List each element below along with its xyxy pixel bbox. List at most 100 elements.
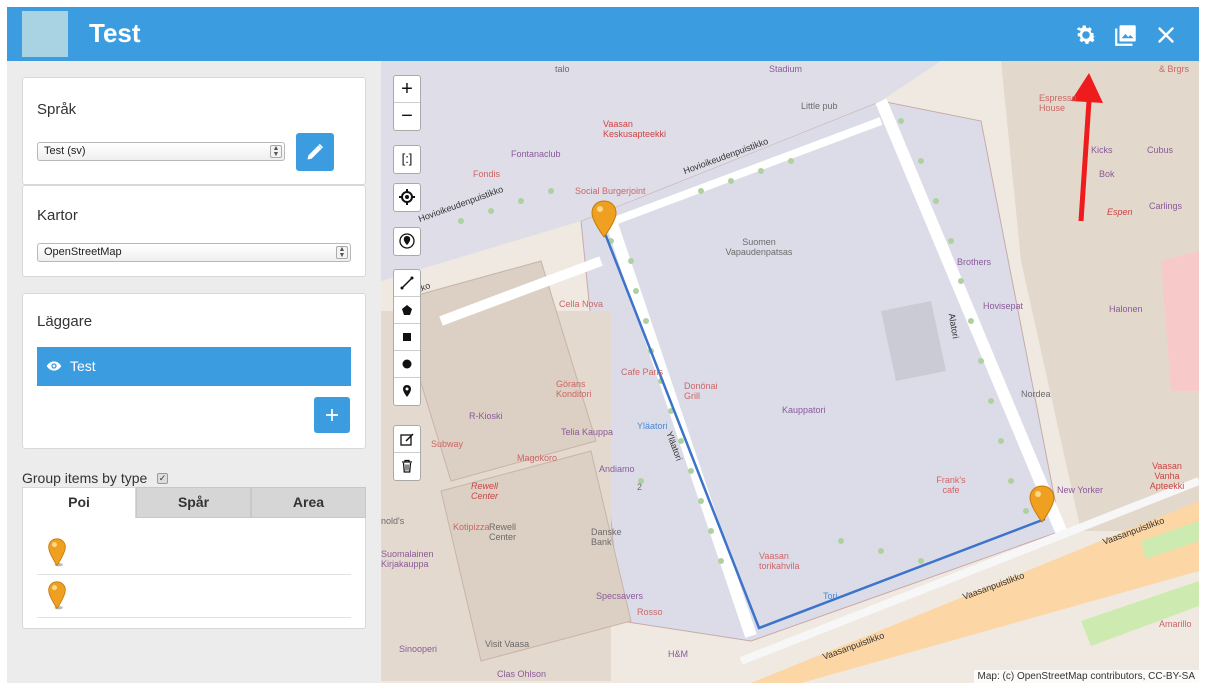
map-label: New Yorker [1057, 485, 1104, 495]
map-label: Fondis [473, 169, 501, 179]
map-label: Cella Nova [559, 299, 604, 309]
map-label: Rewell Center [471, 481, 499, 501]
image-gallery-icon[interactable] [1113, 22, 1139, 48]
marker-icon [403, 385, 411, 397]
layer-item-test[interactable]: Test [37, 347, 351, 386]
tab-area[interactable]: Area [251, 487, 366, 518]
map-label: Suomen Vapaudenpatsas [725, 237, 793, 257]
map-label: Nordea [1021, 389, 1051, 399]
locate-control [393, 183, 421, 212]
map-label: nold's [381, 516, 405, 526]
map-label: Kotipizza [453, 522, 490, 532]
map-label: Hovisepat [983, 301, 1024, 311]
select-arrows-icon: ▲ ▼ [336, 246, 348, 259]
map-label: Stadium [769, 64, 803, 74]
map-label: Brothers [957, 257, 992, 267]
map-label: Frank's cafe [936, 475, 966, 495]
map-label: Suomalainen Kirjakauppa [381, 549, 434, 569]
select-arrows-icon: ▲ ▼ [270, 145, 282, 158]
edit-layers-button[interactable] [394, 426, 420, 453]
map-label: Vaasanpuistikko [1101, 515, 1166, 547]
map-label: Hovioikeudenpuistikko [681, 135, 770, 177]
map-label: Bok [1099, 169, 1115, 179]
zoom-controls: + − [393, 75, 421, 131]
poi-list [22, 518, 366, 629]
map-label: Sinooperi [399, 644, 438, 654]
rectangle-icon [403, 333, 411, 341]
map-label: Donönai Grill [684, 381, 718, 401]
crosshair-icon [399, 189, 415, 205]
map-label: Hovioikeudenpuistikko [416, 183, 505, 225]
layer-item-label: Test [70, 358, 96, 374]
language-label: Språk [37, 101, 77, 118]
list-item[interactable] [37, 575, 351, 618]
draw-rectangle-button[interactable] [394, 324, 420, 351]
delete-layers-button[interactable] [394, 453, 420, 480]
tab-spar[interactable]: Spår [136, 487, 251, 518]
layers-label: Läggare [37, 313, 93, 330]
map-label: Carlings [1149, 201, 1183, 211]
map-label: R-Kioski [469, 411, 503, 421]
map-label: Amarillo [1159, 619, 1192, 629]
language-selected-value: Test (sv) [44, 145, 86, 157]
map-label: Magokoro [517, 453, 558, 463]
draw-circle-button[interactable] [394, 351, 420, 378]
edit-language-button[interactable] [296, 133, 334, 171]
location-marker-control [393, 227, 421, 256]
eye-icon[interactable] [44, 358, 64, 374]
maps-label: Kartor [37, 207, 78, 224]
polyline-icon [400, 276, 414, 290]
language-panel: Språk Test (sv) ▲ ▼ [22, 77, 366, 185]
map-label: Subway [431, 439, 464, 449]
map-label: Espen [1107, 207, 1133, 217]
edit-icon [400, 433, 414, 446]
draw-toolbar [393, 269, 421, 406]
map-label: Yläatori [637, 421, 668, 431]
fit-bounds-button[interactable]: [:] [394, 146, 420, 173]
pencil-icon [307, 143, 324, 160]
app-header: Test [7, 7, 1199, 61]
map-label: Görans Konditori [556, 379, 592, 399]
map-select[interactable]: OpenStreetMap ▲ ▼ [37, 243, 351, 262]
add-layer-button[interactable] [314, 397, 350, 433]
plus-icon [326, 409, 338, 421]
map-label: Vaasanpuistikko [961, 570, 1026, 602]
map-label: Danske Bank [591, 527, 622, 547]
map-label: talo [555, 64, 570, 74]
group-by-type-checkbox[interactable]: ✓ [157, 473, 168, 484]
draw-polygon-button[interactable] [394, 297, 420, 324]
settings-gear-icon[interactable] [1073, 22, 1099, 48]
location-marker-button[interactable] [394, 228, 420, 255]
map-attribution: Map: (c) OpenStreetMap contributors, CC-… [973, 670, 1199, 683]
circle-icon [402, 359, 412, 369]
map-label: Kauppatori [782, 405, 826, 415]
map-label: Cafe Paris [621, 367, 664, 377]
app-title: Test [89, 18, 141, 48]
list-item[interactable] [37, 532, 351, 575]
map-label: Espresso House [1039, 93, 1077, 113]
map-label: Specsavers [596, 591, 644, 601]
map-label: Vaasan torikahvila [759, 551, 800, 571]
close-icon[interactable] [1153, 22, 1179, 48]
map-label: Fontanaclub [511, 149, 561, 159]
map-view[interactable]: talo Stadium Little pub Vaasan Keskusapt… [381, 61, 1199, 683]
zoom-out-button[interactable]: − [394, 103, 420, 130]
sidebar: Språk Test (sv) ▲ ▼ Kartor OpenStreetMap … [7, 61, 381, 683]
group-by-type-label: Group items by type [22, 470, 148, 486]
location-pin-icon [399, 233, 415, 249]
map-pin-icon [48, 581, 66, 610]
zoom-in-button[interactable]: + [394, 76, 420, 103]
draw-marker-button[interactable] [394, 378, 420, 405]
map-label: Yläatori [664, 429, 685, 463]
draw-polyline-button[interactable] [394, 270, 420, 297]
map-label: Vaasan Keskusapteekki [603, 119, 667, 139]
locate-button[interactable] [394, 184, 420, 211]
layers-panel: Läggare Test [22, 293, 366, 449]
map-label: Rosso [637, 607, 663, 617]
language-select[interactable]: Test (sv) ▲ ▼ [37, 142, 285, 161]
tab-poi[interactable]: Poi [22, 487, 136, 518]
map-label: Clas Ohlson [497, 669, 547, 679]
fit-bounds-control: [:] [393, 145, 421, 174]
map-label: Kicks [1091, 145, 1113, 155]
maps-panel: Kartor OpenStreetMap ▲ ▼ [22, 185, 366, 277]
